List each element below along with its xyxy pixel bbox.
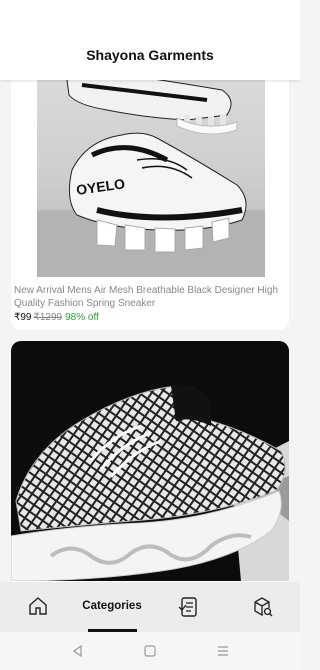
product-image[interactable] [11, 341, 289, 582]
nav-home[interactable] [22, 582, 54, 632]
product-card[interactable] [11, 341, 289, 601]
product-card[interactable]: OYELO New Arrival Mens Air Mesh Breathab… [11, 60, 289, 330]
product-name[interactable]: New Arrival Mens Air Mesh Breathable Bla… [14, 284, 286, 310]
nav-orders[interactable] [172, 582, 204, 632]
nav-categories-label: Categories [82, 600, 142, 612]
product-prices: ₹99 ₹1299 98% off [14, 312, 99, 323]
home-icon [29, 597, 47, 615]
bottom-navigation: Categories [0, 582, 300, 632]
home-square-icon[interactable] [142, 643, 158, 659]
active-tab-indicator [88, 629, 137, 632]
back-icon[interactable] [70, 643, 86, 659]
package-search-icon [254, 597, 273, 617]
nav-categories[interactable]: Categories [78, 582, 146, 632]
product-image[interactable]: OYELO [37, 60, 265, 277]
system-navigation-bar [0, 632, 300, 670]
mesh-sneaker-illustration [11, 385, 289, 582]
product-mrp: ₹1299 [33, 312, 63, 323]
menu-icon[interactable] [215, 643, 231, 659]
sneaker-pair-illustration: OYELO [37, 73, 265, 277]
product-price: ₹99 [14, 312, 32, 323]
app-header: Shayona Garments [0, 0, 300, 80]
nav-track-order[interactable] [246, 582, 278, 632]
app-title: Shayona Garments [86, 47, 214, 63]
orders-icon [178, 597, 197, 617]
app-screen: OYELO New Arrival Mens Air Mesh Breathab… [0, 0, 300, 670]
product-discount: 98% off [65, 312, 99, 323]
